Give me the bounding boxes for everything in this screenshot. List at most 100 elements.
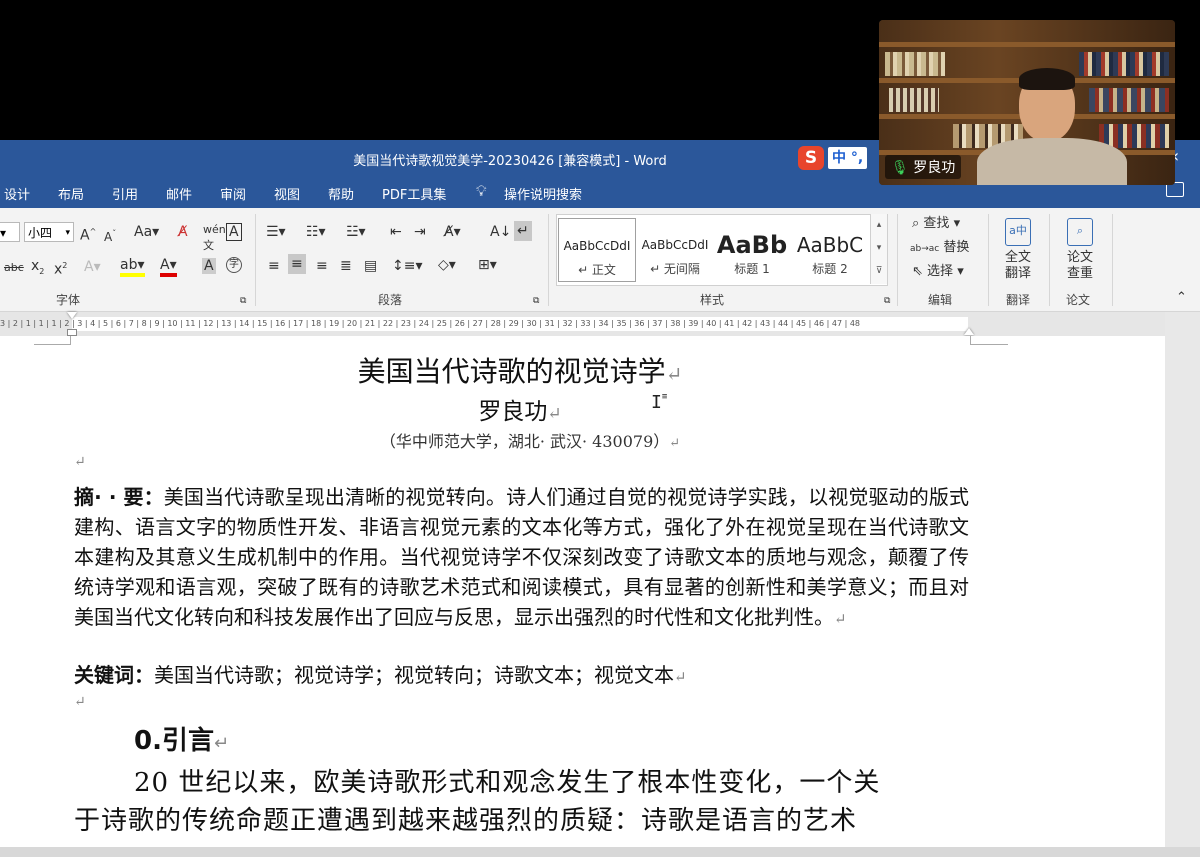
justify-icon[interactable]: ≣ <box>340 258 352 274</box>
empty-paragraph-mark: ↵ <box>74 694 86 710</box>
shading-icon[interactable]: ◇▾ <box>438 257 456 273</box>
cursor-icon: ⇖ <box>912 264 923 279</box>
vertical-scrollbar[interactable] <box>1165 312 1200 847</box>
keywords-paragraph: 关键词：美国当代诗歌；视觉诗学；视觉转向；诗歌文本；视觉文本↵ <box>74 663 687 687</box>
style-name: 标题 1 <box>734 262 770 276</box>
tab-mailings[interactable]: 邮件 <box>166 184 192 203</box>
sort-icon[interactable]: A↓ <box>490 224 511 240</box>
tab-references[interactable]: 引用 <box>112 184 138 203</box>
decrease-indent-icon[interactable]: ⇤ <box>390 224 402 240</box>
strikethrough-icon[interactable]: abc <box>4 260 24 276</box>
ribbon: ▾ 小四 ▾ A^ Aˇ Aa▾ A̸ wén 文 A abc x2 x2 A▾ a… <box>0 208 1200 312</box>
search-icon: ⌕ <box>912 216 920 231</box>
font-dialog-launcher-icon[interactable]: ⧉ <box>240 293 246 309</box>
font-size-value: 小四 <box>28 226 53 240</box>
participant-hair <box>1019 68 1075 90</box>
tab-help[interactable]: 帮助 <box>328 184 354 203</box>
character-border-icon[interactable]: A <box>226 223 242 241</box>
paper-check-button[interactable]: ⌕ 论文 查重 <box>1060 218 1100 282</box>
document-affiliation: （华中师范大学，湖北· 武汉· 430079）↵ <box>379 432 681 451</box>
bullets-icon[interactable]: ☰▾ <box>266 224 286 240</box>
indent-marker[interactable] <box>67 312 77 319</box>
keywords-label: 关键词： <box>74 663 154 687</box>
section-heading: 0.引言↵ <box>134 726 230 756</box>
asian-layout-icon[interactable]: A̸▾ <box>444 224 461 240</box>
font-size-dropdown[interactable]: 小四 ▾ <box>24 222 74 242</box>
change-case-icon[interactable]: Aa▾ <box>134 224 159 240</box>
abstract-text: 美国当代诗歌呈现出清晰的视觉转向。诗人们通过自觉的视觉诗学实践，以视觉驱动的版式… <box>74 485 970 629</box>
group-label-paper: 论文 <box>1066 293 1091 307</box>
crop-mark <box>70 336 71 345</box>
text-cursor-icon: I≡ <box>651 392 668 413</box>
styles-dialog-launcher-icon[interactable]: ⧉ <box>884 293 890 309</box>
participant-video[interactable]: 🎙︎ 罗良功 <box>879 20 1175 185</box>
highlight-color-icon[interactable]: ab▾ <box>120 257 145 277</box>
subscript-icon[interactable]: x2 <box>31 258 44 280</box>
enclose-characters-icon[interactable]: 字 <box>226 257 242 273</box>
crop-mark <box>970 336 971 345</box>
body-line: 20 世纪以来，欧美诗歌形式和观念发生了根本性变化，一个关 <box>134 768 881 798</box>
tell-me-search[interactable]: 操作说明搜索 <box>504 184 582 203</box>
tab-review[interactable]: 审阅 <box>220 184 246 203</box>
tab-view[interactable]: 视图 <box>274 184 300 203</box>
full-text-translate-button[interactable]: a中 全文 翻译 <box>998 218 1038 282</box>
lightbulb-icon: 💡︎ <box>476 182 487 200</box>
tab-layout[interactable]: 布局 <box>58 184 84 203</box>
crop-mark <box>34 344 70 345</box>
phonetic-guide-icon[interactable]: wén 文 <box>203 222 226 254</box>
participant-body <box>977 138 1127 185</box>
collapse-ribbon-icon[interactable]: ⌃ <box>1176 290 1187 306</box>
font-color-icon[interactable]: A▾ <box>160 257 177 277</box>
participant-name: 罗良功 <box>913 160 956 176</box>
abstract-paragraph: 摘· · 要：美国当代诗歌呈现出清晰的视觉转向。诗人们通过自觉的视觉诗学实践，以… <box>74 485 970 629</box>
align-center-icon[interactable]: ≡ <box>288 254 306 274</box>
tab-design[interactable]: 设计 <box>4 184 30 203</box>
show-formatting-marks-icon[interactable]: ↵ <box>514 221 532 241</box>
translate-icon: a中 <box>1005 218 1031 246</box>
style-heading-2[interactable]: AaBbC 标题 2 <box>792 218 868 280</box>
increase-indent-icon[interactable]: ⇥ <box>414 224 426 240</box>
align-left-icon[interactable]: ≡ <box>268 258 280 274</box>
borders-icon[interactable]: ⊞▾ <box>478 257 497 273</box>
style-heading-1[interactable]: AaBb 标题 1 <box>714 218 790 280</box>
distributed-icon[interactable]: ▤ <box>364 258 377 274</box>
microphone-icon: 🎙︎ <box>891 160 909 176</box>
status-bar <box>0 847 1200 857</box>
character-shading-icon[interactable]: A <box>202 258 216 274</box>
body-line: 于诗歌的传统命题正遭遇到越来越强烈的质疑：诗歌是语言的艺术 <box>74 806 858 836</box>
tab-pdf-tools[interactable]: PDF工具集 <box>382 184 446 203</box>
style-name: ↵ 无间隔 <box>650 262 700 276</box>
group-label-editing: 编辑 <box>928 293 953 307</box>
select-button[interactable]: ⇖ 选择 ▾ <box>912 264 964 280</box>
style-sample: AaBb <box>716 231 788 259</box>
style-normal[interactable]: AaBbCcDdI ↵ 正文 <box>558 218 636 282</box>
hanging-indent-marker[interactable] <box>67 329 77 336</box>
horizontal-ruler[interactable]: 3 | 2 | 1 | 1 | 1 | 2 | 3 | 4 | 5 | 6 | … <box>0 312 1200 336</box>
multilevel-list-icon[interactable]: ☳▾ <box>346 224 366 240</box>
numbering-icon[interactable]: ☷▾ <box>306 224 326 240</box>
replace-icon: ab→ac <box>910 244 940 254</box>
find-button[interactable]: ⌕ 查找 ▾ <box>912 216 960 232</box>
style-no-spacing[interactable]: AaBbCcDdI ↵ 无间隔 <box>637 218 713 280</box>
right-indent-marker[interactable] <box>964 328 974 335</box>
shrink-font-icon[interactable]: Aˇ <box>104 226 116 245</box>
style-sample: AaBbCcDdI <box>563 239 631 253</box>
document-page[interactable]: 美国当代诗歌的视觉诗学↵ 罗良功↵ I≡ （华中师范大学，湖北· 武汉· 430… <box>0 336 1165 847</box>
grow-font-icon[interactable]: A^ <box>80 224 96 244</box>
paragraph-dialog-launcher-icon[interactable]: ⧉ <box>533 293 539 309</box>
text-effects-icon[interactable]: A▾ <box>84 259 101 275</box>
line-spacing-icon[interactable]: ↕≡▾ <box>392 258 423 274</box>
align-right-icon[interactable]: ≡ <box>316 258 328 274</box>
sogou-icon: S <box>798 146 824 170</box>
font-name-dropdown[interactable]: ▾ <box>0 222 20 242</box>
document-author: 罗良功↵ <box>478 399 562 425</box>
ime-indicator[interactable]: S 中 °, <box>798 144 880 172</box>
superscript-icon[interactable]: x2 <box>54 258 67 278</box>
clear-formatting-icon[interactable]: A̸ <box>178 224 188 240</box>
styles-scroll[interactable]: ▴ ▾ ⊽ <box>870 214 887 284</box>
replace-button[interactable]: ab→ac 替换 <box>910 240 969 257</box>
ruler-ticks: 3 | 2 | 1 | 1 | 1 | 2 | 3 | 4 | 5 | 6 | … <box>0 319 861 328</box>
paper-check-icon: ⌕ <box>1067 218 1093 246</box>
group-label-paragraph: 段落 <box>378 293 403 307</box>
crop-mark <box>970 344 1008 345</box>
